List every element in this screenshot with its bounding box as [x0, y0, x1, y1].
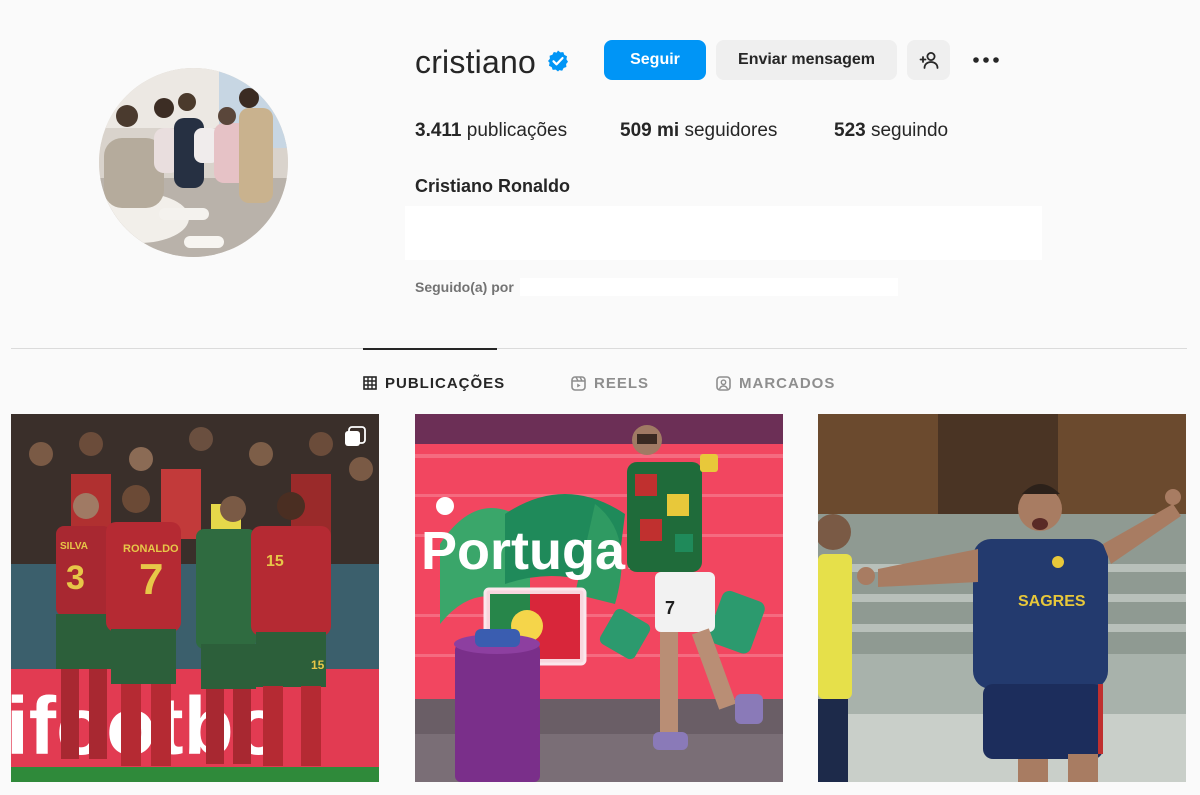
tab-posts[interactable]: PUBLICAÇÕES — [363, 373, 505, 393]
tabs-divider — [11, 348, 1187, 349]
following-count-value: 523 — [834, 120, 866, 141]
followers-count[interactable]: 509 mi seguidores — [620, 120, 777, 142]
followed-by-label: Seguido(a) por — [415, 279, 514, 295]
post-1-shorts-number: 15 — [311, 658, 325, 672]
post-image-1: ifootbo 3 SILVA 7 RONALDO 15 15 — [11, 414, 379, 782]
profile-avatar[interactable] — [99, 68, 288, 257]
post-thumbnail-1[interactable]: ifootbo 3 SILVA 7 RONALDO 15 15 — [11, 414, 379, 782]
tagged-icon — [716, 375, 731, 391]
tab-reels[interactable]: REELS — [571, 373, 649, 393]
tab-tagged-label: MARCADOS — [739, 374, 836, 392]
posts-count-label: publicações — [466, 120, 568, 141]
post-image-2: Portugal 7 — [415, 414, 783, 782]
send-message-button[interactable]: Enviar mensagem — [716, 40, 897, 80]
profile-username: cristiano — [415, 44, 536, 80]
post-thumbnail-3[interactable]: SAGRES — [818, 414, 1186, 782]
post-thumbnail-2[interactable]: Portugal 7 — [415, 414, 783, 782]
verified-badge-icon — [546, 49, 570, 73]
following-count-label: seguindo — [870, 120, 949, 141]
post-1-jersey-number-2: 7 — [139, 555, 163, 604]
reels-icon — [571, 375, 586, 391]
followed-by-redacted[interactable] — [520, 278, 898, 296]
post-1-jersey-number-1: 3 — [66, 559, 85, 597]
post-1-jersey-name-1: SILVA — [60, 541, 88, 552]
more-options-button[interactable] — [966, 44, 1006, 76]
follow-button[interactable]: Seguir — [604, 40, 706, 80]
followers-count-label: seguidores — [684, 120, 778, 141]
post-3-sponsor-text: SAGRES — [1018, 593, 1086, 610]
posts-count: 3.411 publicações — [415, 120, 567, 142]
following-count[interactable]: 523 seguindo — [834, 120, 948, 142]
followers-count-value: 509 mi — [620, 120, 680, 141]
post-2-jersey-number: 7 — [665, 598, 675, 618]
add-person-icon — [919, 52, 938, 69]
grid-icon — [363, 376, 377, 390]
tab-reels-label: REELS — [594, 374, 650, 392]
post-2-banner-text: Portugal — [421, 521, 640, 581]
posts-count-value: 3.411 — [415, 120, 462, 141]
avatar-photo — [99, 68, 288, 257]
post-image-3: SAGRES — [818, 414, 1186, 782]
post-1-jersey-number-3: 15 — [266, 553, 284, 570]
post-1-jersey-name-2: RONALDO — [123, 543, 179, 555]
more-options-icon — [973, 57, 999, 63]
active-tab-indicator — [363, 348, 497, 350]
tab-posts-label: PUBLICAÇÕES — [385, 374, 506, 392]
profile-full-name: Cristiano Ronaldo — [415, 176, 571, 196]
suggest-accounts-button[interactable] — [907, 40, 950, 80]
tab-tagged[interactable]: MARCADOS — [716, 373, 835, 393]
bio-redacted — [405, 206, 1042, 260]
multiple-photos-icon — [345, 426, 366, 446]
